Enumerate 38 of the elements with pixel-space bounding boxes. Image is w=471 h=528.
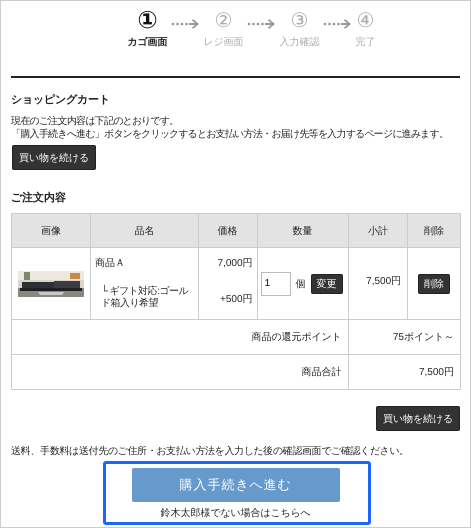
option-price: +500円 <box>219 293 253 306</box>
other-user-link[interactable]: 鈴木太郎様でない場合はこちらへ <box>160 506 310 520</box>
dotted-arrow-icon <box>246 18 276 30</box>
step-label: 入力確認 <box>280 36 320 49</box>
column-header: 数量 <box>257 214 348 248</box>
column-header: 小計 <box>348 214 408 248</box>
table-cell: 7,500円 <box>348 248 408 320</box>
step-number: ② <box>214 9 232 33</box>
dotted-arrow-icon <box>322 18 352 30</box>
quantity-field[interactable]: 1 <box>260 272 291 296</box>
table-cell: 7,500円 <box>348 354 460 390</box>
table-cell: 75ポイント～ <box>348 320 460 354</box>
step-label: カゴ画面 <box>128 36 168 49</box>
shipping-note: 送料、手数料は送付先のご住所・お支払い方法を入力した後の確認画面でご確認ください。 <box>11 445 410 458</box>
product-option: └ ギフト対応:ゴールド箱入り希望 <box>100 286 194 310</box>
step-label: 完了 <box>356 36 376 49</box>
section-heading: ご注文内容 <box>11 190 67 205</box>
product-price: 7,000円 <box>216 257 253 270</box>
section-heading: ショッピングカート <box>11 93 111 107</box>
delete-button[interactable]: 削除 <box>418 274 450 294</box>
change-button[interactable]: 変更 <box>310 274 343 294</box>
table-cell: 商品合計 <box>12 354 348 390</box>
intro-text: 現在のご注文内容は下記のとおりです。 <box>11 115 180 128</box>
intro-text: 「購入手続きへ進む」ボタンをクリックするとお支払い方法・お届け先等を入力するページに進みます。 <box>11 128 450 141</box>
step-number: ④ <box>356 9 374 33</box>
step-number: ③ <box>290 9 308 33</box>
column-header: 価格 <box>198 214 258 248</box>
continue-shopping-button[interactable]: 買い物を続ける <box>376 406 460 431</box>
column-header: 削除 <box>408 214 460 248</box>
column-header: 品名 <box>90 214 198 248</box>
product-name[interactable]: 商品Ａ <box>94 256 194 270</box>
table-cell: 商品の還元ポイント <box>12 320 348 354</box>
unit-label: 個 <box>296 278 306 290</box>
step-label: レジ画面 <box>204 36 244 49</box>
step-number: ① <box>137 9 158 33</box>
column-header: 画像 <box>12 214 90 248</box>
dotted-arrow-icon <box>170 18 200 30</box>
continue-shopping-button[interactable]: 買い物を続ける <box>12 145 96 170</box>
